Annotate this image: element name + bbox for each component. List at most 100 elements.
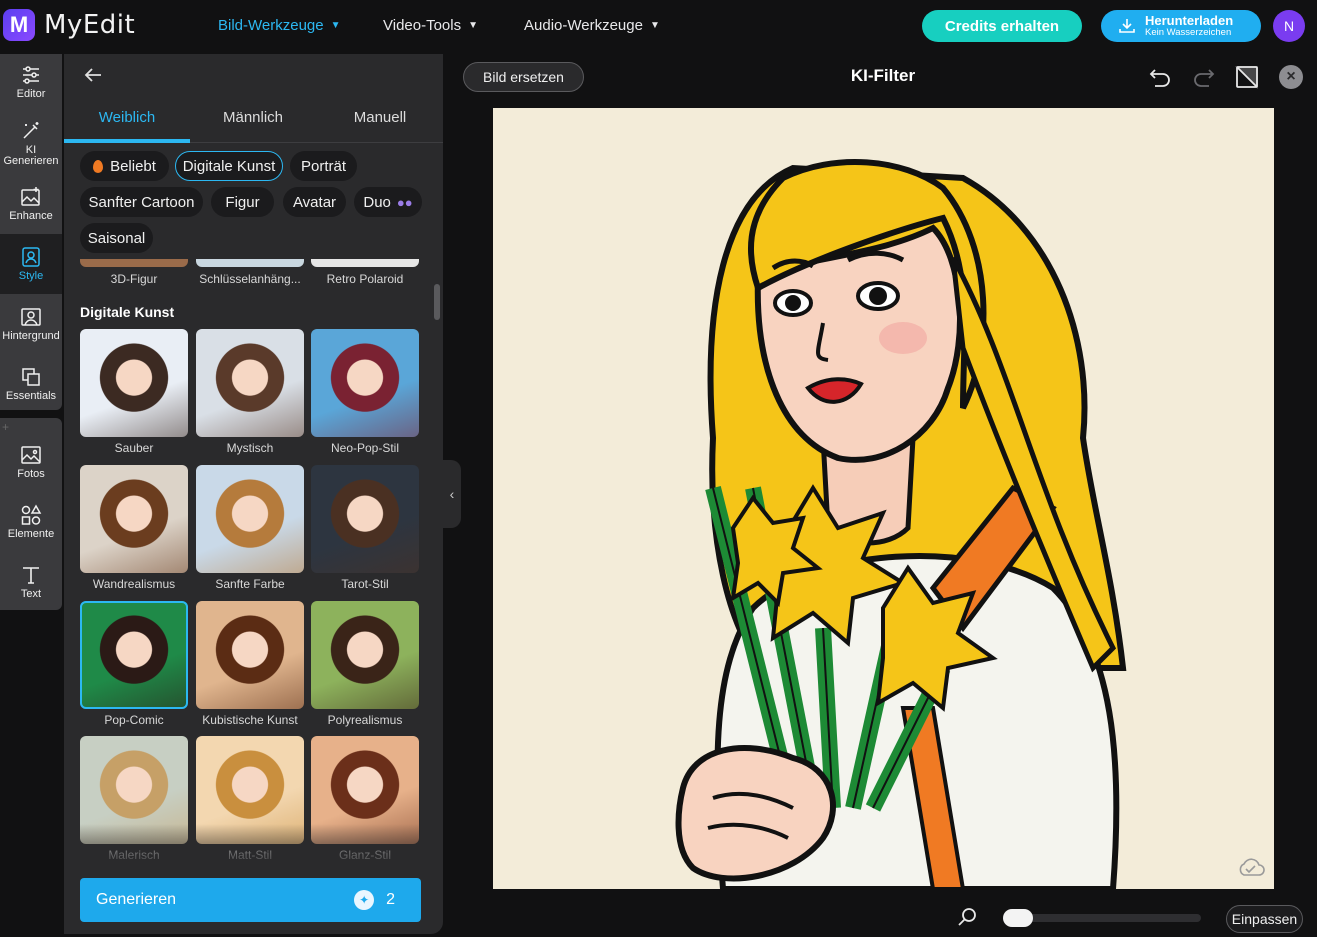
- rail-item-label: Text: [20, 588, 42, 600]
- myedit-logo-icon: M: [3, 9, 35, 41]
- chevron-down-icon: ▼: [468, 20, 479, 31]
- rail-item-essentials[interactable]: Essentials: [0, 366, 62, 416]
- credit-cost: ✦ 2: [354, 890, 395, 910]
- rail-item-text[interactable]: Text: [0, 564, 62, 614]
- rail-item-label: Fotos: [17, 468, 45, 480]
- redo-icon[interactable]: [1191, 64, 1217, 90]
- panel-scrollbar[interactable]: [434, 284, 440, 320]
- download-sublabel: Kein Wasserzeichen: [1145, 27, 1232, 39]
- style-thumb[interactable]: [80, 329, 188, 437]
- style-thumb-keychain[interactable]: [196, 259, 304, 267]
- text-icon: [23, 567, 39, 584]
- user-avatar[interactable]: N: [1273, 10, 1305, 42]
- rail-item-elements[interactable]: Elemente: [0, 504, 62, 554]
- result-image: [493, 108, 1274, 889]
- rail-item-background[interactable]: Hintergrund: [0, 306, 62, 356]
- chip-figure[interactable]: Figur: [211, 187, 274, 217]
- style-label: Retro Polaroid: [326, 272, 404, 286]
- zoom-slider-knob[interactable]: [1003, 909, 1033, 927]
- nav-image-tools-label: Bild-Werkzeuge: [218, 17, 324, 34]
- get-credits-button[interactable]: Credits erhalten: [922, 10, 1082, 42]
- compare-icon[interactable]: [1234, 64, 1260, 90]
- rail-item-label: KI Generieren: [3, 144, 59, 167]
- shapes-icon: [21, 504, 42, 525]
- style-thumb[interactable]: [311, 601, 419, 709]
- rail-item-enhance[interactable]: Enhance: [0, 186, 62, 236]
- style-thumb-retro-polaroid[interactable]: [311, 259, 419, 267]
- sliders-icon: [23, 66, 39, 84]
- close-icon: ×: [1286, 68, 1296, 85]
- tab-male[interactable]: Männlich: [190, 107, 316, 143]
- rail-item-label: Elemente: [7, 528, 55, 540]
- style-label: Sauber: [114, 441, 154, 455]
- style-thumb[interactable]: [311, 465, 419, 573]
- nav-image-tools[interactable]: Bild-Werkzeuge ▼: [218, 17, 341, 34]
- nav-video-tools[interactable]: Video-Tools ▼: [383, 17, 478, 34]
- rail-item-label: Essentials: [5, 390, 57, 402]
- rail-item-photos[interactable]: Fotos: [0, 444, 62, 494]
- tab-manual[interactable]: Manuell: [317, 107, 443, 143]
- style-label: Sanfte Farbe: [215, 577, 285, 591]
- cloud-icon[interactable]: [1236, 855, 1266, 879]
- style-label: Polyrealismus: [327, 713, 403, 727]
- rail-item-label: Enhance: [9, 210, 53, 222]
- chevron-down-icon: ▼: [330, 20, 341, 31]
- download-button[interactable]: Herunterladen Kein Wasserzeichen: [1101, 10, 1261, 42]
- nav-audio-tools[interactable]: Audio-Werkzeuge ▼: [524, 17, 660, 34]
- style-thumb[interactable]: [196, 465, 304, 573]
- generate-label: Generieren: [96, 891, 177, 908]
- people-icon: ●●: [396, 194, 413, 210]
- back-arrow-icon[interactable]: [82, 64, 104, 86]
- style-thumb[interactable]: [80, 601, 188, 709]
- plus-icon: +: [2, 420, 10, 434]
- zoom-slider[interactable]: [1003, 909, 1201, 927]
- style-label: Kubistische Kunst: [202, 713, 298, 727]
- rail-item-label: Style: [18, 270, 44, 282]
- style-thumb-3d-figure[interactable]: [80, 259, 188, 267]
- replace-image-button[interactable]: Bild ersetzen: [463, 62, 584, 92]
- background-icon: [21, 308, 41, 326]
- generate-button[interactable]: Generieren ✦ 2: [80, 878, 421, 922]
- style-thumb[interactable]: [311, 329, 419, 437]
- style-thumb[interactable]: [196, 329, 304, 437]
- style-label: Schlüsselanhäng...: [199, 272, 301, 286]
- page-title: KI-Filter: [850, 66, 916, 85]
- tab-female[interactable]: Weiblich: [64, 107, 190, 143]
- canvas-header: Bild ersetzen KI-Filter ×: [463, 60, 1303, 94]
- rail-item-style[interactable]: Style: [0, 234, 62, 294]
- close-button[interactable]: ×: [1279, 65, 1303, 89]
- chip-avatar[interactable]: Avatar: [283, 187, 346, 217]
- style-thumb[interactable]: [196, 601, 304, 709]
- nav-video-tools-label: Video-Tools: [383, 17, 462, 34]
- style-label: Wandrealismus: [92, 577, 176, 591]
- photo-icon: [21, 446, 41, 464]
- app-name: MyEdit: [44, 10, 136, 40]
- nav-audio-tools-label: Audio-Werkzeuge: [524, 17, 643, 34]
- credit-cost-value: 2: [386, 891, 395, 908]
- rail-item-editor[interactable]: Editor: [0, 64, 62, 114]
- flame-icon: [93, 159, 104, 173]
- download-label: Herunterladen: [1145, 13, 1234, 29]
- rail-item-ai-generate[interactable]: KI Generieren: [0, 120, 62, 172]
- undo-icon[interactable]: [1147, 64, 1173, 90]
- chip-label: Beliebt: [110, 157, 156, 175]
- chip-soft-cartoon[interactable]: Sanfter Cartoon: [80, 187, 203, 217]
- image-sparkle-icon: [21, 187, 40, 206]
- fit-button[interactable]: Einpassen: [1226, 905, 1303, 933]
- logo[interactable]: M MyEdit: [3, 9, 135, 41]
- style-portrait-icon: [22, 247, 40, 267]
- style-panel: Weiblich Männlich Manuell Beliebt Digita…: [64, 54, 443, 934]
- style-thumb[interactable]: [80, 465, 188, 573]
- zoom-icon[interactable]: [956, 906, 978, 928]
- chip-portrait[interactable]: Porträt: [290, 151, 357, 181]
- style-label: Neo-Pop-Stil: [330, 441, 400, 455]
- chip-seasonal[interactable]: Saisonal: [80, 223, 153, 253]
- style-label: Tarot-Stil: [341, 577, 389, 591]
- chip-duo[interactable]: Duo ●●: [354, 187, 422, 217]
- chevron-down-icon: ▼: [649, 20, 660, 31]
- collapse-panel-button[interactable]: ‹: [443, 460, 461, 528]
- chip-popular[interactable]: Beliebt: [80, 151, 169, 181]
- rail-item-label: Editor: [16, 88, 46, 100]
- chip-digital-art[interactable]: Digitale Kunst: [175, 151, 283, 181]
- style-label: 3D-Figur: [110, 272, 158, 286]
